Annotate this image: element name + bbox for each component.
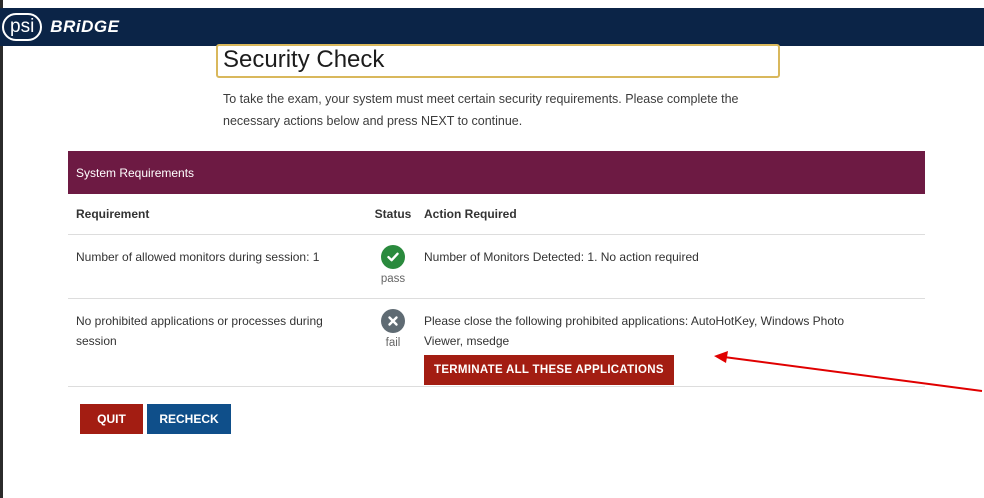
- psi-logo-text: psi: [2, 13, 43, 41]
- panel-header: System Requirements: [68, 151, 925, 194]
- footer-buttons: QUIT RECHECK: [80, 404, 231, 434]
- status-label-pass: pass: [380, 273, 406, 285]
- recheck-button[interactable]: RECHECK: [147, 404, 231, 434]
- intro-text: To take the exam, your system must meet …: [223, 88, 783, 132]
- page-title: Security Check: [223, 46, 385, 73]
- requirement-text: Number of allowed monitors during sessio…: [76, 250, 320, 264]
- bridge-brand-text: BRiDGE: [50, 17, 120, 36]
- table-header-row: Requirement Status Action Required: [68, 194, 925, 235]
- requirement-line-2: session: [76, 334, 117, 348]
- terminate-applications-button[interactable]: TERMINATE ALL THESE APPLICATIONS: [424, 355, 674, 385]
- column-header-action: Action Required: [420, 194, 925, 235]
- check-circle-icon: [381, 245, 405, 269]
- app-header: psi BRiDGE: [0, 8, 984, 46]
- quit-button[interactable]: QUIT: [80, 404, 143, 434]
- action-text: Number of Monitors Detected: 1. No actio…: [424, 250, 699, 264]
- intro-line-1: To take the exam, your system must meet …: [223, 92, 739, 106]
- action-line-1: Please close the following prohibited ap…: [424, 314, 845, 328]
- psi-bridge-logo: psi BRiDGE: [2, 8, 119, 46]
- requirement-line-1: No prohibited applications or processes …: [76, 314, 323, 328]
- intro-line-2: necessary actions below and press NEXT t…: [223, 114, 523, 128]
- x-circle-icon: [381, 309, 405, 333]
- status-label-fail: fail: [385, 337, 401, 349]
- column-header-status: Status: [366, 194, 420, 235]
- column-header-requirement: Requirement: [68, 194, 366, 235]
- annotation-arrow-icon: [714, 351, 983, 392]
- requirement-text: No prohibited applications or processes …: [76, 299, 366, 351]
- table-row: Number of allowed monitors during sessio…: [68, 234, 925, 299]
